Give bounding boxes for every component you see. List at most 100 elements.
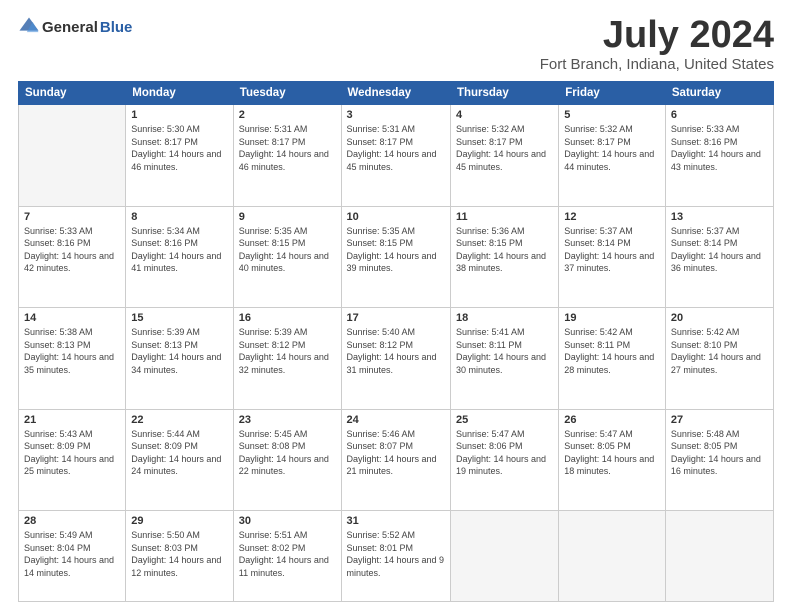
day-number: 19: [564, 312, 660, 324]
day-number: 25: [456, 414, 553, 426]
day-info: Sunrise: 5:48 AMSunset: 8:05 PMDaylight:…: [671, 428, 768, 478]
day-info: Sunrise: 5:31 AMSunset: 8:17 PMDaylight:…: [347, 123, 445, 173]
location-title: Fort Branch, Indiana, United States: [540, 56, 774, 73]
col-sunday: Sunday: [19, 82, 126, 105]
day-info: Sunrise: 5:43 AMSunset: 8:09 PMDaylight:…: [24, 428, 120, 478]
table-row: 8 Sunrise: 5:34 AMSunset: 8:16 PMDaylight…: [126, 206, 233, 308]
logo-area: General Blue: [18, 16, 132, 38]
table-row: 11 Sunrise: 5:36 AMSunset: 8:15 PMDayligh…: [450, 206, 558, 308]
table-row: 25 Sunrise: 5:47 AMSunset: 8:06 PMDayligh…: [450, 409, 558, 511]
day-number: 7: [24, 211, 120, 223]
day-info: Sunrise: 5:39 AMSunset: 8:12 PMDaylight:…: [239, 326, 336, 376]
table-row: 17Sunrise: 5:40 AMSunset: 8:12 PMDayligh…: [341, 308, 450, 410]
table-row: 15Sunrise: 5:39 AMSunset: 8:13 PMDayligh…: [126, 308, 233, 410]
day-info: Sunrise: 5:34 AMSunset: 8:16 PMDaylight:…: [131, 225, 227, 275]
day-number: 5: [564, 109, 660, 121]
day-number: 11: [456, 211, 553, 223]
col-saturday: Saturday: [665, 82, 773, 105]
day-number: 21: [24, 414, 120, 426]
col-wednesday: Wednesday: [341, 82, 450, 105]
day-info: Sunrise: 5:36 AMSunset: 8:15 PMDaylight:…: [456, 225, 553, 275]
day-number: 31: [347, 515, 445, 527]
table-row: 16 Sunrise: 5:39 AMSunset: 8:12 PMDayligh…: [233, 308, 341, 410]
table-row: 29Sunrise: 5:50 AMSunset: 8:03 PMDayligh…: [126, 511, 233, 602]
col-friday: Friday: [559, 82, 666, 105]
day-number: 13: [671, 211, 768, 223]
day-number: 4: [456, 109, 553, 121]
day-number: 12: [564, 211, 660, 223]
logo-text: General Blue: [18, 16, 132, 38]
day-info: Sunrise: 5:49 AMSunset: 8:04 PMDaylight:…: [24, 529, 120, 579]
day-number: 24: [347, 414, 445, 426]
day-number: 16: [239, 312, 336, 324]
table-row: [450, 511, 558, 602]
table-row: 24 Sunrise: 5:46 AMSunset: 8:07 PMDayligh…: [341, 409, 450, 511]
day-number: 6: [671, 109, 768, 121]
day-number: 18: [456, 312, 553, 324]
table-row: 20 Sunrise: 5:42 AMSunset: 8:10 PMDayligh…: [665, 308, 773, 410]
day-number: 29: [131, 515, 227, 527]
table-row: 28 Sunrise: 5:49 AMSunset: 8:04 PMDayligh…: [19, 511, 126, 602]
day-info: Sunrise: 5:33 AMSunset: 8:16 PMDaylight:…: [671, 123, 768, 173]
day-number: 17: [347, 312, 445, 324]
table-row: 9Sunrise: 5:35 AMSunset: 8:15 PMDaylight…: [233, 206, 341, 308]
page: General Blue July 2024 Fort Branch, Indi…: [0, 0, 792, 612]
day-number: 20: [671, 312, 768, 324]
day-info: Sunrise: 5:52 AMSunset: 8:01 PMDaylight:…: [347, 529, 445, 579]
day-info: Sunrise: 5:37 AMSunset: 8:14 PMDaylight:…: [564, 225, 660, 275]
day-info: Sunrise: 5:42 AMSunset: 8:11 PMDaylight:…: [564, 326, 660, 376]
day-info: Sunrise: 5:32 AMSunset: 8:17 PMDaylight:…: [564, 123, 660, 173]
logo-blue: Blue: [100, 19, 133, 36]
day-info: Sunrise: 5:47 AMSunset: 8:05 PMDaylight:…: [564, 428, 660, 478]
day-info: Sunrise: 5:41 AMSunset: 8:11 PMDaylight:…: [456, 326, 553, 376]
day-number: 14: [24, 312, 120, 324]
day-number: 2: [239, 109, 336, 121]
day-info: Sunrise: 5:51 AMSunset: 8:02 PMDaylight:…: [239, 529, 336, 579]
day-number: 8: [131, 211, 227, 223]
day-info: Sunrise: 5:31 AMSunset: 8:17 PMDaylight:…: [239, 123, 336, 173]
table-row: 5 Sunrise: 5:32 AMSunset: 8:17 PMDaylight…: [559, 105, 666, 207]
day-info: Sunrise: 5:33 AMSunset: 8:16 PMDaylight:…: [24, 225, 120, 275]
month-title: July 2024: [540, 16, 774, 54]
day-number: 1: [131, 109, 227, 121]
day-info: Sunrise: 5:44 AMSunset: 8:09 PMDaylight:…: [131, 428, 227, 478]
day-info: Sunrise: 5:45 AMSunset: 8:08 PMDaylight:…: [239, 428, 336, 478]
day-info: Sunrise: 5:47 AMSunset: 8:06 PMDaylight:…: [456, 428, 553, 478]
table-row: 1 Sunrise: 5:30 AMSunset: 8:17 PMDaylight…: [126, 105, 233, 207]
table-row: 23Sunrise: 5:45 AMSunset: 8:08 PMDayligh…: [233, 409, 341, 511]
table-row: 27 Sunrise: 5:48 AMSunset: 8:05 PMDayligh…: [665, 409, 773, 511]
day-info: Sunrise: 5:42 AMSunset: 8:10 PMDaylight:…: [671, 326, 768, 376]
logo-general: General: [42, 19, 98, 36]
header: General Blue July 2024 Fort Branch, Indi…: [18, 16, 774, 73]
day-info: Sunrise: 5:38 AMSunset: 8:13 PMDaylight:…: [24, 326, 120, 376]
day-number: 9: [239, 211, 336, 223]
table-row: 6 Sunrise: 5:33 AMSunset: 8:16 PMDaylight…: [665, 105, 773, 207]
table-row: 26Sunrise: 5:47 AMSunset: 8:05 PMDayligh…: [559, 409, 666, 511]
table-row: 21 Sunrise: 5:43 AMSunset: 8:09 PMDayligh…: [19, 409, 126, 511]
table-row: 2 Sunrise: 5:31 AMSunset: 8:17 PMDaylight…: [233, 105, 341, 207]
day-number: 28: [24, 515, 120, 527]
day-number: 3: [347, 109, 445, 121]
col-monday: Monday: [126, 82, 233, 105]
day-number: 10: [347, 211, 445, 223]
table-row: [559, 511, 666, 602]
table-row: 18 Sunrise: 5:41 AMSunset: 8:11 PMDayligh…: [450, 308, 558, 410]
day-info: Sunrise: 5:35 AMSunset: 8:15 PMDaylight:…: [347, 225, 445, 275]
day-info: Sunrise: 5:30 AMSunset: 8:17 PMDaylight:…: [131, 123, 227, 173]
table-row: [665, 511, 773, 602]
day-number: 22: [131, 414, 227, 426]
table-row: [19, 105, 126, 207]
title-area: July 2024 Fort Branch, Indiana, United S…: [540, 16, 774, 73]
day-info: Sunrise: 5:39 AMSunset: 8:13 PMDaylight:…: [131, 326, 227, 376]
table-row: 13Sunrise: 5:37 AMSunset: 8:14 PMDayligh…: [665, 206, 773, 308]
day-number: 27: [671, 414, 768, 426]
table-row: 4Sunrise: 5:32 AMSunset: 8:17 PMDaylight…: [450, 105, 558, 207]
table-row: 10 Sunrise: 5:35 AMSunset: 8:15 PMDayligh…: [341, 206, 450, 308]
table-row: 7 Sunrise: 5:33 AMSunset: 8:16 PMDaylight…: [19, 206, 126, 308]
table-row: 12 Sunrise: 5:37 AMSunset: 8:14 PMDayligh…: [559, 206, 666, 308]
table-row: 22 Sunrise: 5:44 AMSunset: 8:09 PMDayligh…: [126, 409, 233, 511]
calendar-header-row: Sunday Monday Tuesday Wednesday Thursday…: [19, 82, 774, 105]
calendar-table: Sunday Monday Tuesday Wednesday Thursday…: [18, 81, 774, 602]
logo-icon: [18, 16, 40, 38]
day-info: Sunrise: 5:46 AMSunset: 8:07 PMDaylight:…: [347, 428, 445, 478]
